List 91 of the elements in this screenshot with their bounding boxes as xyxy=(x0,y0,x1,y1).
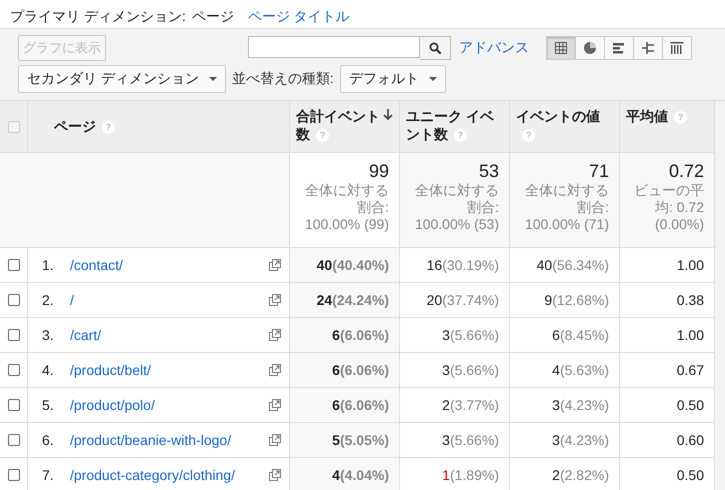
row-number: 1. xyxy=(42,257,55,273)
metric-value: 3(5.66%) xyxy=(442,362,499,378)
pivot-view-icon xyxy=(670,41,684,55)
page-link[interactable]: /product/beanie-with-logo/ xyxy=(70,432,232,448)
external-link-icon[interactable] xyxy=(269,294,281,306)
column-header[interactable]: 合計イベント数 ? xyxy=(290,101,400,153)
row-checkbox[interactable] xyxy=(8,294,20,306)
search-button[interactable] xyxy=(420,36,451,60)
view-toggle[interactable] xyxy=(662,36,692,60)
search-field[interactable] xyxy=(248,36,420,58)
external-link-icon[interactable] xyxy=(269,434,281,446)
row-checkbox[interactable] xyxy=(8,434,20,446)
metric-value: 3(4.23%) xyxy=(552,432,609,448)
external-link-icon[interactable] xyxy=(269,399,281,411)
total-note: 全体に対する割合: 100.00% (71) xyxy=(524,182,609,232)
external-link-icon[interactable] xyxy=(269,469,281,481)
column-header[interactable]: ページ ? xyxy=(28,101,290,153)
total-value: 0.72 xyxy=(668,161,704,182)
average-value: 1.00 xyxy=(676,257,704,273)
view-toggle[interactable] xyxy=(633,36,663,60)
pie-view-icon xyxy=(583,41,597,55)
page-link[interactable]: /product/polo/ xyxy=(70,397,155,413)
row-number: 5. xyxy=(42,397,55,413)
search-icon xyxy=(428,42,442,54)
average-value: 0.60 xyxy=(676,432,704,448)
total-value: 99 xyxy=(368,161,389,182)
average-value: 0.67 xyxy=(676,362,704,378)
metric-value: 3(4.23%) xyxy=(552,397,609,413)
table-cell: 6(6.06%) xyxy=(290,353,400,388)
table-view-icon xyxy=(554,41,568,55)
metric-value: 3(5.66%) xyxy=(442,432,499,448)
secondary-dimension-dropdown[interactable]: セカンダリ ディメンション xyxy=(18,65,226,93)
row-number: 4. xyxy=(42,362,55,378)
total-note: 全体に対する割合: 100.00% (53) xyxy=(414,182,499,232)
row-number: 3. xyxy=(42,327,55,343)
column-header[interactable]: イベントの値 ? xyxy=(510,101,620,153)
table-cell: 40(40.40%) xyxy=(290,248,400,283)
sort-type-label: 並べ替えの種類: xyxy=(232,70,334,88)
external-link-icon[interactable] xyxy=(269,259,281,271)
average-value: 0.50 xyxy=(676,467,704,483)
advanced-link[interactable]: アドバンス xyxy=(459,39,529,57)
view-toggle[interactable] xyxy=(575,36,605,60)
metric-value: 2(3.77%) xyxy=(442,397,499,413)
total-value: 53 xyxy=(478,161,499,182)
view-toggle[interactable] xyxy=(604,36,634,60)
average-value: 1.00 xyxy=(676,327,704,343)
metric-value: 2(2.82%) xyxy=(552,467,609,483)
row-number: 2. xyxy=(42,292,55,308)
table-cell: 6(6.06%) xyxy=(290,318,400,353)
row-checkbox[interactable] xyxy=(8,469,20,481)
dimension-option[interactable]: ページ タイトル xyxy=(248,8,350,26)
metric-value: 40(56.34%) xyxy=(536,257,609,273)
table-cell: 5(5.05%) xyxy=(290,423,400,458)
dimension-option[interactable]: ページ xyxy=(192,8,234,26)
metric-value: 1(1.89%) xyxy=(442,467,499,483)
row-checkbox[interactable] xyxy=(8,364,20,376)
row-number: 7. xyxy=(42,467,55,483)
metric-value: 3(5.66%) xyxy=(442,327,499,343)
metric-value: 4(5.63%) xyxy=(552,362,609,378)
external-link-icon[interactable] xyxy=(269,364,281,376)
metric-value: 9(12.68%) xyxy=(544,292,609,308)
primary-dimension-label: プライマリ ディメンション: xyxy=(10,8,186,26)
view-toggle[interactable] xyxy=(546,36,576,60)
page-link[interactable]: /contact/ xyxy=(70,257,123,273)
page-link[interactable]: / xyxy=(70,292,74,308)
compare-view-icon xyxy=(641,41,655,55)
table-cell: 6(6.06%) xyxy=(290,388,400,423)
column-header[interactable]: 平均値 ? xyxy=(620,101,715,153)
row-checkbox[interactable] xyxy=(8,399,20,411)
column-header[interactable]: ユニーク イベント数 ? xyxy=(400,101,510,153)
average-value: 0.50 xyxy=(676,397,704,413)
total-note: ビューの平均: 0.72 (0.00%) xyxy=(633,182,704,232)
average-value: 0.38 xyxy=(676,292,704,308)
page-link[interactable]: /cart/ xyxy=(70,327,102,343)
page-link[interactable]: /product-category/clothing/ xyxy=(70,467,235,483)
row-number: 6. xyxy=(42,432,55,448)
sort-type-dropdown[interactable]: デフォルト xyxy=(340,65,446,93)
total-note: 全体に対する割合: 100.00% (99) xyxy=(304,182,389,232)
metric-value: 16(30.19%) xyxy=(426,257,499,273)
external-link-icon[interactable] xyxy=(269,329,281,341)
table-cell: 24(24.24%) xyxy=(290,283,400,318)
bars-view-icon xyxy=(612,41,626,55)
metric-value: 20(37.74%) xyxy=(426,292,499,308)
row-checkbox[interactable] xyxy=(8,259,20,271)
sort-arrow-icon xyxy=(383,107,393,121)
page-link[interactable]: /product/belt/ xyxy=(70,362,151,378)
select-all-checkbox[interactable] xyxy=(8,120,20,132)
row-checkbox[interactable] xyxy=(8,329,20,341)
metric-value: 6(8.45%) xyxy=(552,327,609,343)
total-value: 71 xyxy=(588,161,609,182)
table-cell: 4(4.04%) xyxy=(290,458,400,490)
